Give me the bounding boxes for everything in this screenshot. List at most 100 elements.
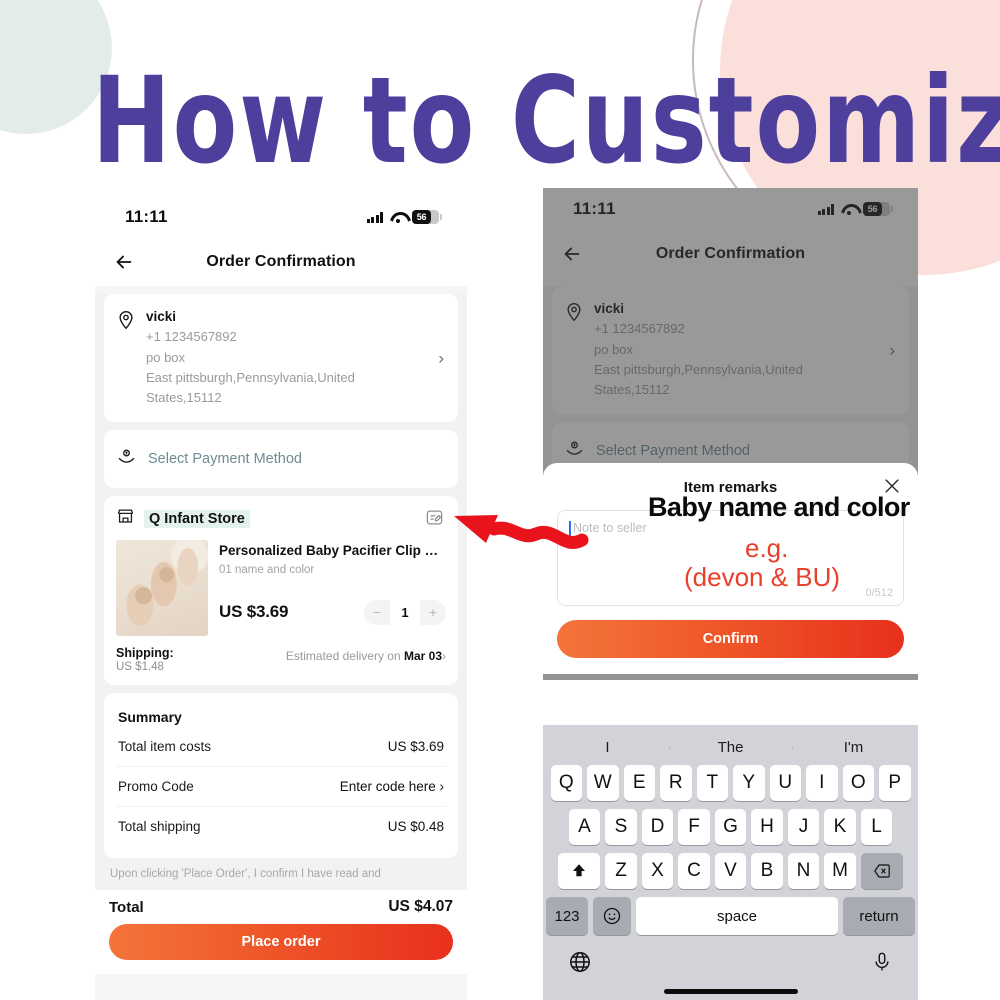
key-a[interactable]: A: [568, 809, 601, 845]
key-e[interactable]: E: [623, 765, 655, 801]
storefront-icon: [116, 507, 135, 531]
product-thumbnail[interactable]: [116, 540, 208, 637]
prediction-0[interactable]: I: [546, 739, 669, 756]
key-h[interactable]: H: [751, 809, 783, 845]
delivery-prefix: Estimated delivery on: [285, 649, 404, 664]
key-i[interactable]: I: [806, 765, 838, 801]
address-line-3: States,15112: [146, 390, 222, 406]
key-numbers[interactable]: 123: [546, 897, 588, 935]
quantity-decrease-button[interactable]: −: [364, 600, 390, 625]
wifi-icon: [390, 212, 405, 223]
key-m[interactable]: M: [824, 853, 856, 889]
battery-level-text: 56: [412, 210, 431, 224]
key-n[interactable]: N: [787, 853, 820, 889]
product-price: US $3.69: [219, 602, 289, 622]
key-j[interactable]: J: [787, 809, 820, 845]
chevron-right-icon[interactable]: ›: [889, 342, 895, 359]
text-cursor: [569, 521, 571, 536]
back-arrow-icon[interactable]: [561, 243, 583, 265]
shipping-label: Shipping:: [116, 646, 174, 661]
character-counter: 0/512: [865, 587, 893, 599]
summary-card: Summary Total item costs US $3.69 Promo …: [104, 693, 458, 859]
payment-method-label: Select Payment Method: [148, 451, 302, 468]
payment-hand-icon: [564, 438, 585, 464]
nav-bar: Order Confirmation: [95, 238, 467, 286]
confirm-button[interactable]: Confirm: [557, 620, 904, 658]
summary-row-item-costs: Total item costs US $3.69: [116, 727, 446, 766]
shift-up-icon[interactable]: [558, 853, 601, 889]
quantity-increase-button[interactable]: +: [420, 600, 446, 625]
key-d[interactable]: D: [641, 809, 674, 845]
key-c[interactable]: C: [678, 853, 710, 889]
key-k[interactable]: K: [824, 809, 856, 845]
key-z[interactable]: Z: [605, 853, 637, 889]
shipping-row[interactable]: Shipping: US $1.48 Estimated delivery on…: [104, 636, 458, 685]
item-remarks-modal: Item remarks Note to seller 0/512 Confir…: [543, 463, 918, 674]
status-time: 11:11: [573, 199, 616, 218]
emoji-smiley-icon[interactable]: [593, 897, 631, 935]
edit-note-icon[interactable]: [425, 508, 444, 527]
key-l[interactable]: L: [860, 809, 893, 845]
home-indicator: [663, 989, 798, 994]
chevron-right-icon[interactable]: ›: [438, 350, 444, 367]
order-content: vicki +1 1234567892 po box East pittsbur…: [95, 294, 467, 891]
key-w[interactable]: W: [587, 765, 619, 801]
key-y[interactable]: Y: [733, 765, 765, 801]
key-b[interactable]: B: [751, 853, 783, 889]
key-s[interactable]: S: [605, 809, 637, 845]
key-p[interactable]: P: [879, 765, 911, 801]
prediction-2[interactable]: I'm: [792, 739, 915, 756]
summary-label: Total item costs: [118, 739, 212, 755]
close-icon[interactable]: [882, 476, 902, 496]
battery-icon: 56: [412, 210, 442, 224]
key-f[interactable]: F: [678, 809, 710, 845]
modal-title: Item remarks: [683, 478, 778, 496]
key-x[interactable]: X: [641, 853, 674, 889]
prediction-1[interactable]: The: [669, 739, 792, 756]
place-order-button[interactable]: Place order: [109, 924, 453, 961]
quantity-stepper[interactable]: − 1 +: [364, 599, 446, 625]
status-bar: 11:11 56: [543, 188, 918, 230]
recipient-name: vicki: [146, 309, 177, 324]
key-v[interactable]: V: [714, 853, 747, 889]
address-card[interactable]: vicki +1 1234567892 po box East pittsbur…: [104, 294, 458, 423]
key-g[interactable]: G: [714, 809, 747, 845]
page-heading: Order Confirmation: [206, 253, 356, 270]
keyboard-row-1: Q W E R T Y U I O P: [546, 765, 915, 801]
key-o[interactable]: O: [842, 765, 874, 801]
location-pin-icon: [116, 308, 136, 332]
total-value: US $4.07: [388, 898, 453, 916]
delivery-chevron-icon[interactable]: ›: [442, 649, 446, 663]
key-u[interactable]: U: [769, 765, 801, 801]
note-to-seller-input[interactable]: Note to seller 0/512: [557, 510, 904, 606]
checkout-bottom-bar: Total US $4.07 Place order: [95, 890, 467, 975]
store-header[interactable]: Q Infant Store: [104, 496, 458, 538]
address-line-1: po box: [146, 349, 186, 365]
recipient-phone: +1 1234567892: [594, 321, 685, 337]
promo-code-value[interactable]: Enter code here ›: [340, 779, 444, 794]
nav-bar: Order Confirmation: [543, 230, 918, 278]
payment-method-row[interactable]: Select Payment Method: [104, 430, 458, 489]
key-space[interactable]: space: [636, 897, 838, 935]
shipping-cost: US $1.48: [116, 661, 164, 674]
address-line-3: States,15112: [594, 382, 670, 398]
microphone-icon[interactable]: [871, 950, 893, 979]
globe-icon[interactable]: [568, 950, 592, 979]
store-name[interactable]: Q Infant Store: [144, 510, 250, 529]
key-return[interactable]: return: [843, 897, 915, 935]
delivery-date: Mar 03: [403, 649, 442, 664]
summary-row-promo-code[interactable]: Promo Code Enter code here ›: [116, 766, 446, 806]
wifi-icon: [841, 204, 856, 215]
terms-disclaimer: Upon clicking 'Place Order', I confirm I…: [110, 868, 381, 881]
backspace-icon[interactable]: [860, 853, 903, 889]
key-t[interactable]: T: [696, 765, 728, 801]
summary-value: US $3.69: [387, 739, 444, 755]
address-card[interactable]: vicki +1 1234567892 po box East pittsbur…: [552, 286, 909, 415]
key-r[interactable]: R: [660, 765, 692, 801]
summary-title: Summary: [118, 709, 182, 726]
back-arrow-icon[interactable]: [113, 251, 135, 273]
address-line-2: East pittsburgh,Pennsylvania,United: [594, 361, 803, 377]
ios-keyboard: I The I'm Q W E R T Y U I O P A S D F G …: [543, 725, 918, 1000]
key-q[interactable]: Q: [550, 765, 582, 801]
order-item-row[interactable]: Personalized Baby Pacifier Clip Custo...…: [104, 538, 458, 637]
